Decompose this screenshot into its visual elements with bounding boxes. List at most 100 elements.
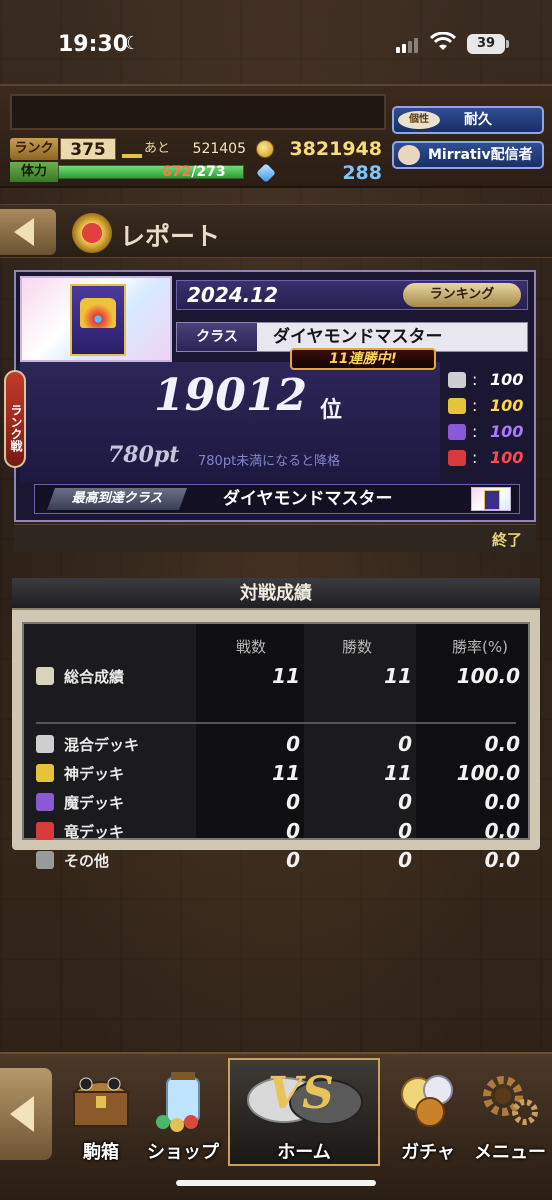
deck-record-battles: 11 <box>272 761 300 785</box>
coin-icon <box>256 140 274 158</box>
back-button[interactable] <box>0 209 56 255</box>
deck-record-row: 竜デッキ 0 0 0.0 <box>24 817 528 845</box>
deck-score-separator: : <box>472 448 478 467</box>
season-end-label: 終了 <box>491 531 522 549</box>
battle-record-panel: 対戦成績 戦数 勝数 勝率(%) 総合成績 11 11 100.0 混合デッキ 0… <box>12 578 540 872</box>
total-row: 総合成績 11 11 100.0 <box>24 662 528 690</box>
dragon-deck-icon <box>36 822 54 840</box>
deck-score-value: 100 <box>490 422 524 441</box>
nav-item-gacha[interactable]: ガチャ <box>388 1066 468 1164</box>
deck-score-value: 100 <box>490 448 524 467</box>
stamina-max: /273 <box>191 164 226 180</box>
rank-position-suffix: 位 <box>320 398 343 423</box>
deck-record-row: その他 0 0 0.0 <box>24 846 528 874</box>
crest-icon <box>70 284 126 356</box>
god-deck-icon <box>36 764 54 782</box>
deck-record-wins: 11 <box>384 761 412 785</box>
nav-label-shop: ショップ <box>147 1142 219 1163</box>
deck-record-label: 神デッキ <box>64 765 125 783</box>
nav-item-shop[interactable]: ショップ <box>142 1066 224 1164</box>
title-bar: レポート <box>0 204 552 258</box>
crown-icon <box>72 213 112 253</box>
report-card: 2024.12 ランキング クラス ダイヤモンドマスター 11連勝中! ランク戦… <box>4 270 536 552</box>
player-name-box[interactable] <box>10 94 386 130</box>
deck-score-separator: : <box>472 422 478 441</box>
class-value: ダイヤモンドマスター <box>273 327 443 347</box>
trait-button[interactable]: 個性 耐久 <box>392 106 544 134</box>
class-emblem <box>20 276 172 362</box>
demon-deck-icon <box>36 793 54 811</box>
gacha-coins-icon <box>401 1075 453 1127</box>
battery-icon: 39 <box>467 34 509 54</box>
demon-deck-icon <box>448 424 466 440</box>
deck-score-value: 100 <box>490 370 524 389</box>
best-class-label: 最高到達クラス <box>47 488 187 510</box>
deck-record-label: 混合デッキ <box>64 736 140 754</box>
deck-record-wins: 0 <box>398 848 412 872</box>
mixed-deck-icon <box>36 735 54 753</box>
deck-score-value: 100 <box>490 396 524 415</box>
deck-record-battles: 0 <box>286 732 300 756</box>
nav-label-gacha: ガチャ <box>401 1142 455 1163</box>
wifi-icon <box>430 32 456 50</box>
total-wins: 11 <box>384 664 412 688</box>
deck-record-row: 魔デッキ 0 0 0.0 <box>24 788 528 816</box>
divider <box>36 722 516 724</box>
deck-score-item: :100 <box>446 446 530 472</box>
deck-record-rate: 0.0 <box>484 790 520 814</box>
win-streak-badge: 11連勝中! <box>290 348 436 370</box>
rank-points: 780pt <box>108 442 180 468</box>
deck-record-rate: 0.0 <box>484 848 520 872</box>
nav-back-button[interactable] <box>0 1068 52 1160</box>
vs-logo: VS <box>268 1068 334 1119</box>
mirrativ-button[interactable]: Mirrativ配信者 <box>392 141 544 169</box>
deck-score-separator: : <box>472 396 478 415</box>
deck-score-item: :100 <box>446 394 530 420</box>
stamina-text: 672/273 <box>162 162 226 182</box>
rank-row: ランク 375 あと 521405 <box>10 138 246 160</box>
stamina-row: 体力 672/273 <box>10 162 246 182</box>
deck-record-battles: 0 <box>286 790 300 814</box>
deck-record-battles: 0 <box>286 848 300 872</box>
battle-record-title: 対戦成績 <box>12 578 540 610</box>
coin-row: 3821948 <box>254 138 384 160</box>
signal-icon <box>396 38 418 53</box>
deck-record-wins: 0 <box>398 732 412 756</box>
gem-row: 288 <box>254 162 384 184</box>
demotion-note: 780pt未満になると降格 <box>198 454 341 469</box>
home-indicator <box>176 1180 376 1186</box>
nav-item-koma-box[interactable]: 駒箱 <box>62 1066 140 1164</box>
nav-item-home[interactable]: VS ホーム <box>228 1058 380 1166</box>
best-class-value: ダイヤモンドマスター <box>223 489 393 509</box>
trait-tag: 個性 <box>398 111 440 129</box>
nav-item-menu[interactable]: メニュー <box>468 1066 552 1164</box>
deck-record-battles: 0 <box>286 819 300 843</box>
exp-value: 521405 <box>192 141 246 157</box>
nav-label-koma-box: 駒箱 <box>83 1142 119 1163</box>
deck-score-item: :100 <box>446 420 530 446</box>
deck-record-label: 竜デッキ <box>64 823 125 841</box>
header-win-rate: 勝率(%) <box>452 638 508 656</box>
streamer-avatar-icon <box>398 145 420 165</box>
stamina-current: 672 <box>162 164 192 180</box>
ranking-button[interactable]: ランキング <box>403 283 521 307</box>
rank-position: 19012 <box>154 370 308 421</box>
dragon-deck-icon <box>448 450 466 466</box>
deck-record-rate: 100.0 <box>456 761 520 785</box>
header-wins: 勝数 <box>342 638 373 656</box>
rank-label: ランク <box>10 138 58 160</box>
deck-record-label: 魔デッキ <box>64 794 125 812</box>
nav-label-menu: メニュー <box>474 1142 546 1163</box>
deck-record-wins: 0 <box>398 819 412 843</box>
gem-icon <box>256 163 276 183</box>
rank-battle-tab[interactable]: ランク戦 <box>4 370 26 468</box>
rank-value: 375 <box>60 138 116 160</box>
deck-record-row: 神デッキ 11 11 100.0 <box>24 759 528 787</box>
deck-record-row: 混合デッキ 0 0 0.0 <box>24 730 528 758</box>
deck-score-list: :100:100:100:100 <box>446 368 530 472</box>
gear-icon <box>483 1076 538 1125</box>
player-header: ランク 375 あと 521405 体力 672/273 3821948 288… <box>0 84 552 188</box>
exp-label: あと <box>144 141 171 156</box>
treasure-chest-icon <box>70 1077 132 1127</box>
deck-score-item: :100 <box>446 368 530 394</box>
